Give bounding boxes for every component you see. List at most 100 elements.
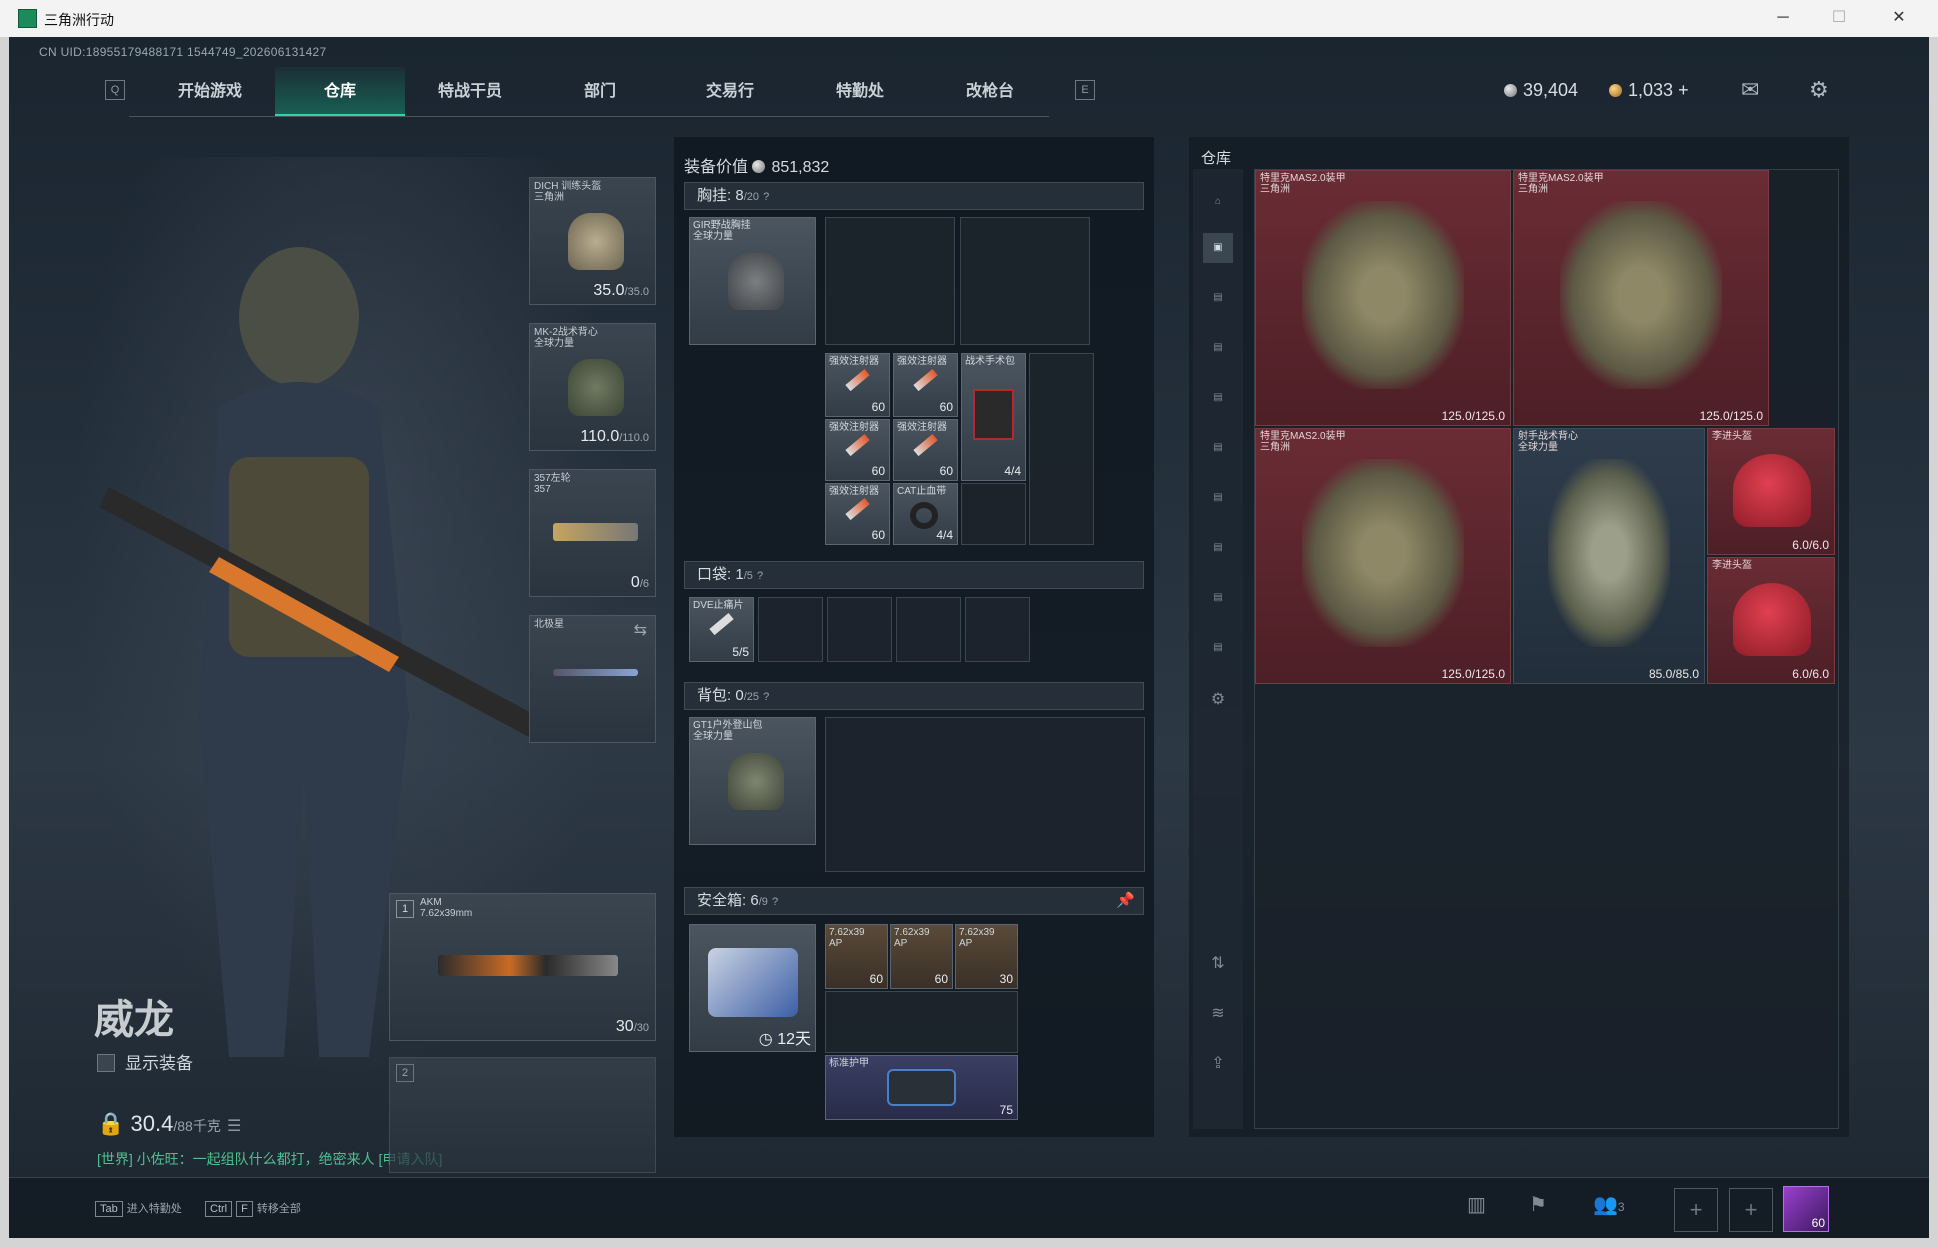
uid-label: CN UID:18955179488171 1544749_2026061314… xyxy=(39,45,327,59)
avatar-level: 60 xyxy=(1811,1216,1825,1230)
help-icon[interactable]: ? xyxy=(772,896,778,908)
ammo-item[interactable]: 7.62x39 AP 30 xyxy=(955,924,1018,989)
sidearm-slot[interactable]: 357左轮 357 0/6 xyxy=(529,469,656,597)
flag-icon[interactable]: ⚑ xyxy=(1529,1192,1547,1217)
gear-icon[interactable]: ⚙ xyxy=(1809,77,1829,103)
tab-special-ops[interactable]: 特勤处 xyxy=(795,67,925,117)
category-tab-icon[interactable]: ▤ xyxy=(1203,533,1233,563)
primary-weapon-slot[interactable]: 1 AKM 7.62x39mm 30/30 xyxy=(389,893,656,1041)
help-icon[interactable]: ? xyxy=(763,191,769,203)
stats-icon[interactable]: ▥ xyxy=(1467,1192,1486,1217)
sort-icon[interactable]: ⇅ xyxy=(1203,949,1233,979)
syringe-icon xyxy=(913,433,938,457)
ammo-item[interactable]: 7.62x39 AP 60 xyxy=(890,924,953,989)
stash-item-armor[interactable]: 特里克MAS2.0装甲 三角洲 125.0/125.0 xyxy=(1513,170,1769,426)
stash-item-armor[interactable]: 特里克MAS2.0装甲 三角洲 125.0/125.0 xyxy=(1255,428,1511,684)
tab-gunsmith[interactable]: 改枪台 xyxy=(925,67,1055,117)
secondary-weapon-slot[interactable]: 2 xyxy=(389,1057,656,1173)
rig-cell[interactable] xyxy=(825,217,955,345)
squad-icon[interactable]: 👥3 xyxy=(1593,1192,1625,1217)
help-icon[interactable]: ? xyxy=(757,570,763,582)
pocket-cell[interactable] xyxy=(965,597,1030,662)
tourniquet-item[interactable]: CAT止血带 4/4 xyxy=(893,483,958,545)
checkbox-icon[interactable] xyxy=(97,1054,115,1072)
safebox-slot[interactable]: ◷ 12天 xyxy=(689,924,816,1052)
pocket-cell[interactable] xyxy=(758,597,823,662)
injector-item[interactable]: 强效注射器 60 xyxy=(825,483,890,545)
minimize-button[interactable]: ─ xyxy=(1760,4,1806,32)
category-all-icon[interactable]: ⌂ xyxy=(1203,187,1233,217)
enter-special-ops-hint[interactable]: Tab 进入特勤处 xyxy=(95,1200,182,1217)
list-icon[interactable]: ☰ xyxy=(227,1118,241,1135)
armor-durability: 110.0/110.0 xyxy=(580,428,649,445)
chest-rig-label: GIR野战胸挂 全球力量 xyxy=(693,220,751,242)
tab-warehouse[interactable]: 仓库 xyxy=(275,67,405,117)
transfer-icon[interactable]: ⇪ xyxy=(1203,1049,1233,1079)
stash-item-helmet[interactable]: 李进头盔 6.0/6.0 xyxy=(1707,557,1835,684)
invite-slot-button[interactable]: + xyxy=(1729,1188,1773,1232)
avatar[interactable]: 60 xyxy=(1783,1186,1829,1232)
stash-grid[interactable]: 特里克MAS2.0装甲 三角洲 125.0/125.0 特里克MAS2.0装甲 三… xyxy=(1254,169,1839,1129)
maximize-button[interactable]: ☐ xyxy=(1816,4,1862,32)
backpack-icon xyxy=(727,753,784,810)
close-button[interactable]: ✕ xyxy=(1876,4,1922,32)
category-tab-icon[interactable]: ▤ xyxy=(1203,333,1233,363)
helmet-slot[interactable]: DICH 训练头盔 三角洲 35.0/35.0 xyxy=(529,177,656,305)
rig-cell[interactable] xyxy=(960,217,1090,345)
tab-operators[interactable]: 特战干员 xyxy=(405,67,535,117)
gold-amount: 1,033 xyxy=(1628,80,1674,100)
category-tab-icon[interactable]: ▤ xyxy=(1203,433,1233,463)
layers-icon[interactable]: ≋ xyxy=(1203,999,1233,1029)
stash-item-helmet[interactable]: 李进头盔 6.0/6.0 xyxy=(1707,428,1835,555)
melee-slot[interactable]: 北极星 ⇆ xyxy=(529,615,656,743)
tab-department[interactable]: 部门 xyxy=(535,67,665,117)
chest-rig-header: 胸挂: 8/20 ? xyxy=(684,182,1144,210)
pin-icon[interactable]: 📌 xyxy=(1116,888,1135,914)
syringe-icon xyxy=(845,497,870,521)
nav-next-key[interactable]: E xyxy=(1075,80,1095,100)
equipment-panel: 装备价值 851,832 胸挂: 8/20 ? GIR野战胸挂 全球力量 强效注… xyxy=(674,137,1154,1137)
nav-prev-key[interactable]: Q xyxy=(105,80,125,100)
category-tab-icon[interactable]: ▤ xyxy=(1203,633,1233,663)
top-nav: Q 开始游戏 仓库 特战干员 部门 交易行 特勤处 改枪台 E xyxy=(89,67,1095,117)
gear-icon[interactable]: ⚙ xyxy=(1203,685,1233,715)
rig-cell[interactable] xyxy=(961,483,1026,545)
show-equipment-toggle[interactable]: 显示装备 xyxy=(97,1049,193,1074)
safebox-cell[interactable] xyxy=(825,991,1018,1053)
tab-start-game[interactable]: 开始游戏 xyxy=(145,67,275,117)
stash-title: 仓库 xyxy=(1201,150,1232,167)
armor-plate-item[interactable]: 标准护甲 75 xyxy=(825,1055,1018,1120)
tab-trading[interactable]: 交易行 xyxy=(665,67,795,117)
invite-slot-button[interactable]: + xyxy=(1674,1188,1718,1232)
add-currency-button[interactable]: + xyxy=(1678,80,1689,100)
chest-rig-slot[interactable]: GIR野战胸挂 全球力量 xyxy=(689,217,816,345)
stash-item-vest[interactable]: 射手战术背心 全球力量 85.0/85.0 xyxy=(1513,428,1705,684)
transfer-all-hint[interactable]: Ctrl F 转移全部 xyxy=(205,1200,301,1217)
vest-icon xyxy=(567,359,624,416)
backpack-slot[interactable]: GT1户外登山包 全球力量 xyxy=(689,717,816,845)
stash-item-armor[interactable]: 特里克MAS2.0装甲 三角洲 125.0/125.0 xyxy=(1255,170,1511,426)
armor-label: MK-2战术背心 全球力量 xyxy=(534,327,598,349)
silver-coin-icon xyxy=(1504,84,1517,97)
armor-slot[interactable]: MK-2战术背心 全球力量 110.0/110.0 xyxy=(529,323,656,451)
pocket-cell[interactable] xyxy=(827,597,892,662)
category-tab-icon[interactable]: ▤ xyxy=(1203,483,1233,513)
mail-icon[interactable]: ✉ xyxy=(1741,77,1759,103)
pocket-cell[interactable] xyxy=(896,597,961,662)
category-tab-icon[interactable]: ▤ xyxy=(1203,383,1233,413)
backpack-grid[interactable] xyxy=(825,717,1145,872)
game-viewport: CN UID:18955179488171 1544749_2026061314… xyxy=(9,37,1929,1238)
injector-item[interactable]: 强效注射器 60 xyxy=(893,419,958,481)
category-tab-icon[interactable]: ▤ xyxy=(1203,283,1233,313)
surgery-kit-item[interactable]: 战术手术包 4/4 xyxy=(961,353,1026,481)
injector-item[interactable]: 强效注射器 60 xyxy=(825,419,890,481)
injector-item[interactable]: 强效注射器 60 xyxy=(893,353,958,417)
category-gear-icon[interactable]: ▣ xyxy=(1203,233,1233,263)
category-tab-icon[interactable]: ▤ xyxy=(1203,583,1233,613)
rig-cell[interactable] xyxy=(1029,353,1094,545)
ammo-item[interactable]: 7.62x39 AP 60 xyxy=(825,924,888,989)
help-icon[interactable]: ? xyxy=(763,691,769,703)
swap-icon[interactable]: ⇆ xyxy=(634,620,647,640)
painkiller-item[interactable]: DVE止痛片 5/5 xyxy=(689,597,754,662)
injector-item[interactable]: 强效注射器 60 xyxy=(825,353,890,417)
